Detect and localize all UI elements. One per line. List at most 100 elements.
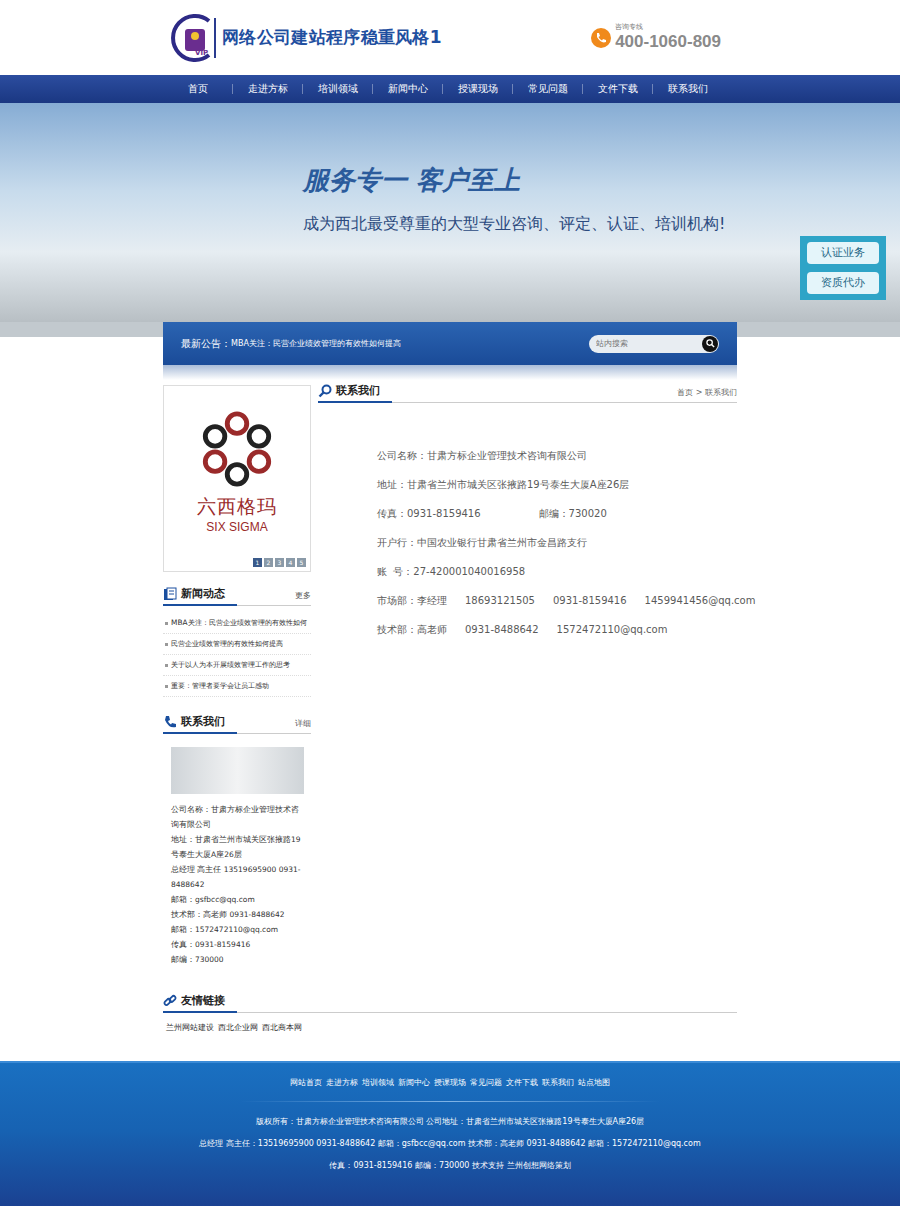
section-header: 联系我们 详细 (163, 711, 311, 734)
news-item[interactable]: 关于以人为本开展绩效管理工作的思考 (163, 655, 311, 676)
info-field: 18693121505 (465, 586, 535, 615)
pager-button[interactable]: 5 (297, 558, 306, 567)
nav-list: 首页走进方标培训领域新闻中心授课现场常见问题文件下载联系我们 (163, 75, 737, 103)
banner-slogan: 服务专一 客户至上 (303, 163, 737, 198)
news-item[interactable]: 重要：管理者要学会让员工感动 (163, 676, 311, 697)
nav-separator (372, 84, 373, 94)
notice-row: 最新公告：MBA关注：民营企业绩效管理的有效性如何提高 (0, 322, 900, 365)
section-header: 新闻动态 更多 (163, 583, 311, 606)
nav-item[interactable]: 授课现场 (443, 82, 512, 96)
logo-icon (163, 13, 219, 63)
pager-button[interactable]: 1 (253, 558, 262, 567)
footer: 网站首页走进方标培训领域新闻中心授课现场常见问题文件下载联系我们站点地图版权所有… (0, 1061, 900, 1206)
news-title[interactable]: 重要：管理者要学会让员工感动 (171, 681, 269, 691)
side-button[interactable]: 资质代办 (807, 272, 879, 294)
info-field: 地址：甘肃省兰州市城关区张掖路19号泰生大厦A座26层 (377, 470, 629, 499)
slide-title: 六西格玛 (197, 494, 277, 520)
footer-line: 传真：0931-8159416 邮编：730000 技术支持 兰州创想网络策划 (329, 1155, 570, 1177)
more-link[interactable]: 更多 (295, 590, 311, 605)
header: VIP网络公司建站程序稳重风格1 咨询专线400-1060-809 (163, 0, 737, 75)
search-icon (706, 339, 715, 348)
news-title[interactable]: 民营企业绩效管理的有效性如何提高 (171, 639, 283, 649)
slide-logo: 六西格玛SIX SIGMA (164, 386, 310, 558)
search-input[interactable] (596, 339, 702, 348)
nav-separator (652, 84, 653, 94)
info-field: 0931-8159416 (553, 586, 627, 615)
nav-item[interactable]: 联系我们 (653, 82, 722, 96)
more-link[interactable]: 详细 (295, 718, 311, 733)
info-row: 公司名称：甘肃方标企业管理技术咨询有限公司 (377, 441, 737, 470)
nav-item[interactable]: 首页 (163, 82, 232, 96)
footer-link[interactable]: 授课现场 (434, 1077, 466, 1088)
footer-link[interactable]: 常见问题 (470, 1077, 502, 1088)
nav-item[interactable]: 培训领域 (303, 82, 372, 96)
slideshow[interactable]: 六西格玛SIX SIGMA12345 (163, 385, 311, 572)
slide-subtitle: SIX SIGMA (206, 520, 267, 534)
bullet-icon (165, 643, 168, 646)
nav-item[interactable]: 走进方标 (233, 82, 302, 96)
friend-link-list: 兰州网站建设西北企业网西北商本网 (163, 1022, 737, 1033)
friend-link[interactable]: 西北企业网 (218, 1022, 258, 1033)
footer-line: 总经理 高主任：13519695900 0931-8488642 邮箱：gsfb… (199, 1133, 700, 1155)
info-field: 1459941456@qq.com (645, 586, 756, 615)
search-box (589, 335, 719, 353)
footer-link[interactable]: 文件下载 (506, 1077, 538, 1088)
footer-link[interactable]: 培训领域 (362, 1077, 394, 1088)
hotline-number: 400-1060-809 (615, 32, 721, 52)
section-title: 联系我们 (163, 714, 237, 734)
slide-pager: 12345 (164, 558, 310, 571)
footer-link[interactable]: 联系我们 (542, 1077, 574, 1088)
notice-text[interactable]: MBA关注：民营企业绩效管理的有效性如何提高 (231, 338, 589, 349)
side-widget: 认证业务资质代办 (800, 236, 886, 300)
banner-tagline: 成为西北最受尊重的大型专业咨询、评定、认证、培训机构! (303, 214, 737, 235)
side-button[interactable]: 认证业务 (807, 242, 879, 264)
section-title-text: 联系我们 (181, 714, 225, 729)
section-title-text: 新闻动态 (181, 586, 225, 601)
footer-divider (240, 1101, 660, 1102)
news-title[interactable]: MBA关注：民营企业绩效管理的有效性如何 (171, 618, 307, 628)
pager-button[interactable]: 4 (286, 558, 295, 567)
info-field: 技术部：高老师 (377, 615, 447, 644)
pager-button[interactable]: 2 (264, 558, 273, 567)
bullet-icon (165, 622, 168, 625)
contact-line: 邮箱：1572472110@qq.com (171, 922, 301, 937)
footer-link[interactable]: 站点地图 (578, 1077, 610, 1088)
footer-link[interactable]: 新闻中心 (398, 1077, 430, 1088)
info-field: 传真：0931-8159416 (377, 499, 481, 528)
footer-link[interactable]: 网站首页 (290, 1077, 322, 1088)
wave-strip (163, 365, 737, 380)
info-field: 1572472110@qq.com (557, 615, 668, 644)
news-item[interactable]: 民营企业绩效管理的有效性如何提高 (163, 634, 311, 655)
notice-bar: 最新公告：MBA关注：民营企业绩效管理的有效性如何提高 (163, 322, 737, 365)
info-row: 地址：甘肃省兰州市城关区张掖路19号泰生大厦A座26层 (377, 470, 737, 499)
main: 六西格玛SIX SIGMA12345新闻动态更多MBA关注：民营企业绩效管理的有… (163, 380, 737, 967)
section-header: 联系我们 首页 > 联系我们 (318, 380, 737, 403)
banner: 服务专一 客户至上成为西北最受尊重的大型专业咨询、评定、认证、培训机构! 认证业务… (0, 103, 900, 322)
nav-item[interactable]: 常见问题 (513, 82, 582, 96)
news-title[interactable]: 关于以人为本开展绩效管理工作的思考 (171, 660, 290, 670)
info-row: 账 号：27-420001040016958 (377, 557, 737, 586)
nav-separator (302, 84, 303, 94)
info-field: 公司名称：甘肃方标企业管理技术咨询有限公司 (377, 441, 587, 470)
contact-line: 地址：甘肃省兰州市城关区张掖路19号泰生大厦A座26层 (171, 832, 301, 862)
bullet-icon (165, 685, 168, 688)
friend-link[interactable]: 兰州网站建设 (166, 1022, 214, 1033)
nav-item[interactable]: 文件下载 (583, 82, 652, 96)
logo[interactable]: VIP网络公司建站程序稳重风格1 (163, 13, 442, 63)
footer-link[interactable]: 走进方标 (326, 1077, 358, 1088)
footer-links: 网站首页走进方标培训领域新闻中心授课现场常见问题文件下载联系我们站点地图 (290, 1063, 610, 1088)
contact-line: 技术部：高老师 0931-8488642 (171, 907, 301, 922)
search-button[interactable] (702, 336, 718, 352)
hotline: 咨询专线400-1060-809 (590, 23, 721, 52)
more-link[interactable]: 首页 > 联系我们 (677, 387, 737, 402)
section-title: 新闻动态 (163, 586, 237, 606)
pager-button[interactable]: 3 (275, 558, 284, 567)
hotline-label: 咨询专线 (615, 23, 721, 32)
news-item[interactable]: MBA关注：民营企业绩效管理的有效性如何 (163, 613, 311, 634)
news-icon (163, 587, 177, 601)
friend-link[interactable]: 西北商本网 (262, 1022, 302, 1033)
contact-section: 联系我们详细公司名称：甘肃方标企业管理技术咨询有限公司地址：甘肃省兰州市城关区张… (163, 711, 311, 967)
nav-item[interactable]: 新闻中心 (373, 82, 442, 96)
info-row: 传真：0931-8159416邮编：730020 (377, 499, 737, 528)
section-title: 联系我们 (318, 383, 392, 403)
